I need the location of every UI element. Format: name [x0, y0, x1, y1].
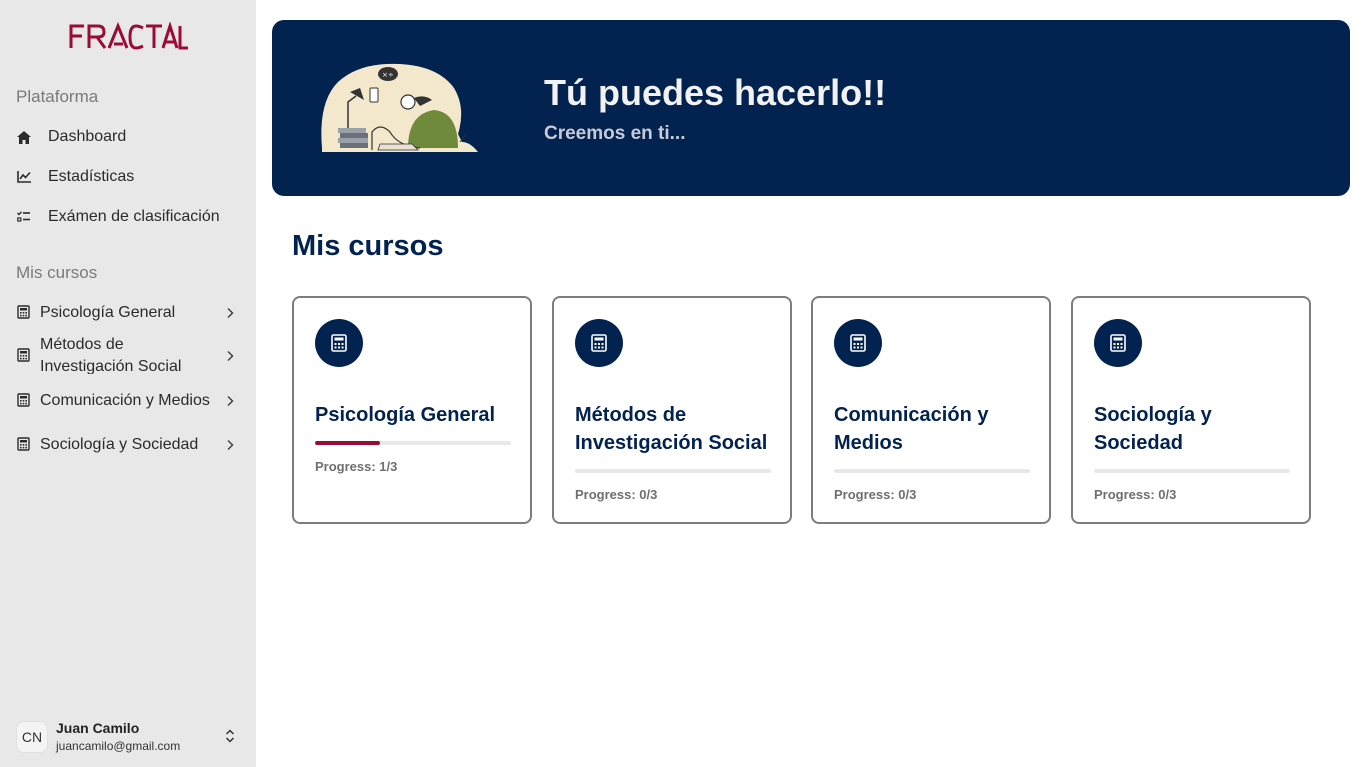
user-name: Juan Camilo	[56, 720, 140, 736]
nav-item-estadisticas[interactable]: Estadísticas	[0, 159, 256, 195]
page-title: Mis cursos	[292, 230, 444, 262]
sidebar-course-comunicacion[interactable]: Comunicación y Medios	[0, 390, 256, 412]
progress-text: Progress: 1/3	[315, 459, 398, 474]
calculator-icon	[331, 334, 347, 352]
banner-subtitle: Creemos en ti...	[544, 123, 686, 144]
chevron-right-icon	[227, 350, 234, 362]
calculator-icon	[1110, 334, 1126, 352]
sidebar-course-label: Métodos de Investigación Social	[40, 336, 182, 374]
sidebar-course-sociologia[interactable]: Sociología y Sociedad	[0, 434, 256, 456]
brand-logo[interactable]	[0, 22, 256, 55]
nav-item-dashboard[interactable]: Dashboard	[0, 119, 256, 155]
course-badge	[315, 319, 363, 367]
progress-text: Progress: 0/3	[1094, 487, 1177, 502]
course-title: Sociología y Sociedad	[1094, 404, 1212, 454]
sidebar-course-metodos[interactable]: Métodos de Investigación Social	[0, 334, 256, 374]
course-card[interactable]: Comunicación y Medios Progress: 0/3	[811, 296, 1051, 524]
user-email: juancamilo@gmail.com	[56, 739, 181, 753]
nav-item-label: Dashboard	[48, 128, 127, 145]
course-badge	[834, 319, 882, 367]
course-title: Métodos de Investigación Social	[575, 404, 768, 454]
course-card[interactable]: Métodos de Investigación Social Progress…	[552, 296, 792, 524]
user-menu[interactable]: CN Juan Camilo juancamilo@gmail.com	[16, 720, 246, 754]
calculator-icon	[850, 334, 866, 352]
progress-text: Progress: 0/3	[575, 487, 658, 502]
course-title: Psicología General	[315, 404, 496, 426]
progress-fill	[315, 441, 381, 445]
sidebar-course-psicologia[interactable]: Psicología General	[0, 302, 256, 324]
progress-bar	[834, 469, 1030, 473]
course-card[interactable]: Sociología y Sociedad Progress: 0/3	[1071, 296, 1311, 524]
sidebar-course-label: Comunicación y Medios	[40, 392, 210, 409]
nav-item-label: Exámen de clasificación	[48, 208, 220, 225]
calculator-icon	[591, 334, 607, 352]
calculator-icon	[17, 393, 30, 407]
course-badge	[1094, 319, 1142, 367]
chevron-right-icon	[227, 439, 234, 451]
checklist-icon	[17, 210, 31, 224]
progress-bar	[1094, 469, 1290, 473]
sidebar-course-label: Sociología y Sociedad	[40, 436, 199, 453]
calculator-icon	[17, 305, 30, 319]
svg-text:×÷: ×÷	[382, 71, 394, 79]
progress-text: Progress: 0/3	[834, 487, 917, 502]
home-icon	[17, 130, 31, 144]
course-title: Comunicación y Medios	[834, 404, 989, 454]
progress-bar	[575, 469, 771, 473]
platform-section-label: Plataforma	[16, 87, 99, 106]
sidebar-course-label: Psicología General	[40, 304, 176, 321]
course-badge	[575, 319, 623, 367]
study-illustration-icon: ×÷	[321, 63, 478, 152]
app-root: Plataforma Dashboard Estadísticas Exámen…	[0, 0, 1365, 767]
calculator-icon	[17, 437, 30, 451]
chevron-right-icon	[227, 307, 234, 319]
calculator-icon	[17, 348, 30, 362]
courses-section-label: Mis cursos	[16, 263, 98, 282]
chart-line-icon	[17, 170, 31, 184]
sidebar: Plataforma Dashboard Estadísticas Exámen…	[0, 0, 256, 767]
course-card[interactable]: Psicología General Progress: 1/3	[292, 296, 532, 524]
nav-item-label: Estadísticas	[48, 168, 135, 185]
motivation-banner: ×÷ Tú puedes hacerlo!! Creemos en ti...	[272, 20, 1350, 196]
progress-bar	[315, 441, 511, 445]
nav-item-examen[interactable]: Exámen de clasificación	[0, 199, 256, 235]
banner-title: Tú puedes hacerlo!!	[544, 72, 887, 113]
chevron-right-icon	[227, 395, 234, 407]
chevron-up-down-icon	[225, 729, 235, 743]
fractal-logo-icon	[69, 22, 188, 50]
avatar: CN	[16, 721, 48, 753]
